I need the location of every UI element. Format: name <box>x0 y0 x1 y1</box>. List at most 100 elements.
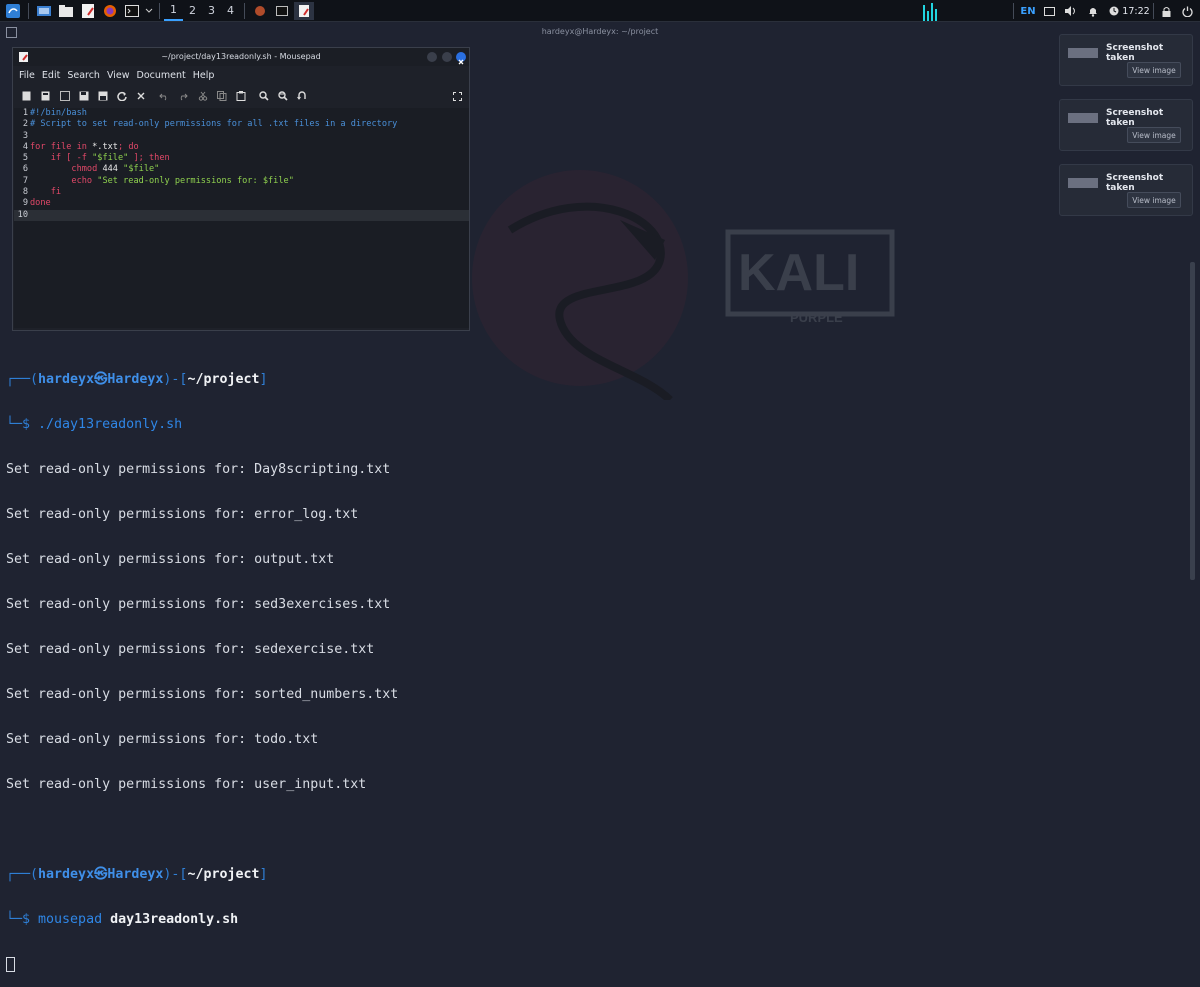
code-token: *.txt <box>92 141 118 152</box>
code-line[interactable]: 9 done <box>14 198 469 209</box>
maximize-button[interactable] <box>442 52 452 62</box>
code-line[interactable]: 2 # Script to set read-only permissions f… <box>14 119 469 130</box>
notification-title: Screenshot taken <box>1106 108 1164 128</box>
terminal-output[interactable]: ┌──(hardeyx㉿Hardeyx)-[~/project] └─$ ./d… <box>6 342 706 987</box>
code-token: "$file" <box>123 164 160 175</box>
line-number: 2 <box>22 119 28 130</box>
workspace-4[interactable]: 4 <box>221 1 240 21</box>
notification-bell-icon[interactable] <box>1086 0 1100 22</box>
volume-icon[interactable] <box>1064 0 1078 22</box>
power-status-icon[interactable] <box>1107 0 1121 22</box>
new-window-icon[interactable] <box>40 91 50 101</box>
terminal-icon[interactable] <box>122 2 142 20</box>
terminal-scrollbar[interactable] <box>1190 262 1195 580</box>
menu-file[interactable]: File <box>19 70 35 81</box>
minimize-button[interactable] <box>427 52 437 62</box>
copy-icon[interactable] <box>217 91 227 101</box>
code-line[interactable]: 5 if [ -f "$file" ]; then <box>14 153 469 164</box>
find-replace-icon[interactable] <box>278 91 288 101</box>
show-desktop-icon[interactable] <box>34 2 54 20</box>
view-image-button[interactable]: View image <box>1127 127 1181 143</box>
menu-help[interactable]: Help <box>193 70 215 81</box>
open-file-icon[interactable] <box>60 91 70 101</box>
svg-text:PURPLE: PURPLE <box>790 310 843 325</box>
code-line[interactable]: 3 <box>14 131 469 142</box>
cut-icon[interactable] <box>198 91 208 101</box>
line-number: 5 <box>22 153 28 164</box>
menu-document[interactable]: Document <box>137 70 186 81</box>
fullscreen-icon[interactable] <box>452 91 462 101</box>
code-line[interactable]: 7 echo "Set read-only permissions for: $… <box>14 176 469 187</box>
code-editor[interactable]: 1 #!/bin/bash 2 # Script to set read-only p… <box>14 108 469 328</box>
notification-title: Screenshot taken <box>1106 43 1164 63</box>
code-line[interactable]: 8 fi <box>14 187 469 198</box>
menu-view[interactable]: View <box>107 70 130 81</box>
workspace-1[interactable]: 1 <box>164 1 183 21</box>
code-token: "$file" <box>92 153 129 164</box>
display-icon[interactable] <box>1042 0 1056 22</box>
find-icon[interactable] <box>259 91 269 101</box>
terminal-output-line: Set read-only permissions for: user_inpu… <box>6 777 367 792</box>
undo-icon[interactable] <box>159 91 169 101</box>
go-to-line-icon[interactable] <box>297 91 307 101</box>
workspace-3[interactable]: 3 <box>202 1 221 21</box>
keyboard-layout[interactable]: EN <box>1018 0 1038 22</box>
terminal-prompt: ┌──(hardeyx㉿Hardeyx)-[~/project] <box>6 372 268 387</box>
terminal-output-line: Set read-only permissions for: output.tx… <box>6 552 335 567</box>
terminal-command: └─$ ./day13readonly.sh <box>6 417 183 432</box>
close-icon <box>458 59 464 65</box>
clock[interactable]: 17:22 <box>1122 0 1150 22</box>
line-number: 4 <box>22 141 28 152</box>
panel-separator <box>244 2 245 19</box>
firefox-icon[interactable] <box>100 2 120 20</box>
tray-separator <box>1012 0 1014 22</box>
screenshot-thumbnail <box>1068 178 1098 188</box>
panel-separator <box>159 2 160 19</box>
lock-icon[interactable] <box>1159 0 1173 22</box>
menu-search[interactable]: Search <box>67 70 100 81</box>
code-token: "Set read-only permissions for: $file" <box>97 175 294 186</box>
mousepad-window: ~/project/day13readonly.sh - Mousepad Fi… <box>12 47 470 331</box>
terminal-window-title: hardeyx@Hardeyx: ~/project <box>541 27 659 36</box>
line-number: 9 <box>22 198 28 209</box>
mousepad-titlebar[interactable]: ~/project/day13readonly.sh - Mousepad <box>13 48 469 66</box>
menu-edit[interactable]: Edit <box>42 70 60 81</box>
notification-screenshot-3[interactable]: Screenshot taken View image <box>1059 164 1193 216</box>
power-icon[interactable] <box>1180 0 1194 22</box>
view-image-button[interactable]: View image <box>1127 62 1181 78</box>
code-token: #!/bin/bash <box>30 108 87 118</box>
task-terminal-icon[interactable] <box>272 2 292 20</box>
close-button[interactable] <box>456 52 466 65</box>
notification-screenshot-2[interactable]: Screenshot taken View image <box>1059 99 1193 151</box>
new-document-icon[interactable] <box>21 91 31 101</box>
terminal-prompt: ┌──(hardeyx㉿Hardeyx)-[~/project] <box>6 867 268 882</box>
line-number: 1 <box>22 108 28 118</box>
reload-icon[interactable] <box>117 91 127 101</box>
workspace-2[interactable]: 2 <box>183 1 202 21</box>
task-mousepad-icon[interactable] <box>294 1 314 20</box>
code-line[interactable]: 6 chmod 444 "$file" <box>14 164 469 175</box>
code-line[interactable]: 4 for file in *.txt; do <box>14 142 469 153</box>
terminal-output-line: Set read-only permissions for: sed3exerc… <box>6 597 391 612</box>
save-as-icon[interactable] <box>98 91 108 101</box>
toolbar <box>13 87 469 105</box>
line-number: 8 <box>22 187 28 198</box>
text-editor-icon[interactable] <box>78 2 98 20</box>
file-manager-icon[interactable] <box>56 2 76 20</box>
kali-menu-icon[interactable] <box>3 2 23 20</box>
text-cursor <box>6 957 15 972</box>
paste-icon[interactable] <box>236 91 246 101</box>
code-line[interactable]: 10 <box>14 209 469 221</box>
terminal-output-line: Set read-only permissions for: sorted_nu… <box>6 687 399 702</box>
close-document-icon[interactable] <box>136 91 146 101</box>
view-image-button[interactable]: View image <box>1127 192 1181 208</box>
redo-icon[interactable] <box>178 91 188 101</box>
notification-screenshot-1[interactable]: Screenshot taken View image <box>1059 34 1193 86</box>
save-icon[interactable] <box>79 91 89 101</box>
code-line[interactable]: 1 #!/bin/bash <box>14 108 469 119</box>
task-firefox-icon[interactable] <box>250 2 270 20</box>
cpu-graph-icon <box>920 0 940 22</box>
chevron-down-icon[interactable] <box>144 2 154 20</box>
terminal-cursor-line[interactable] <box>6 957 706 972</box>
